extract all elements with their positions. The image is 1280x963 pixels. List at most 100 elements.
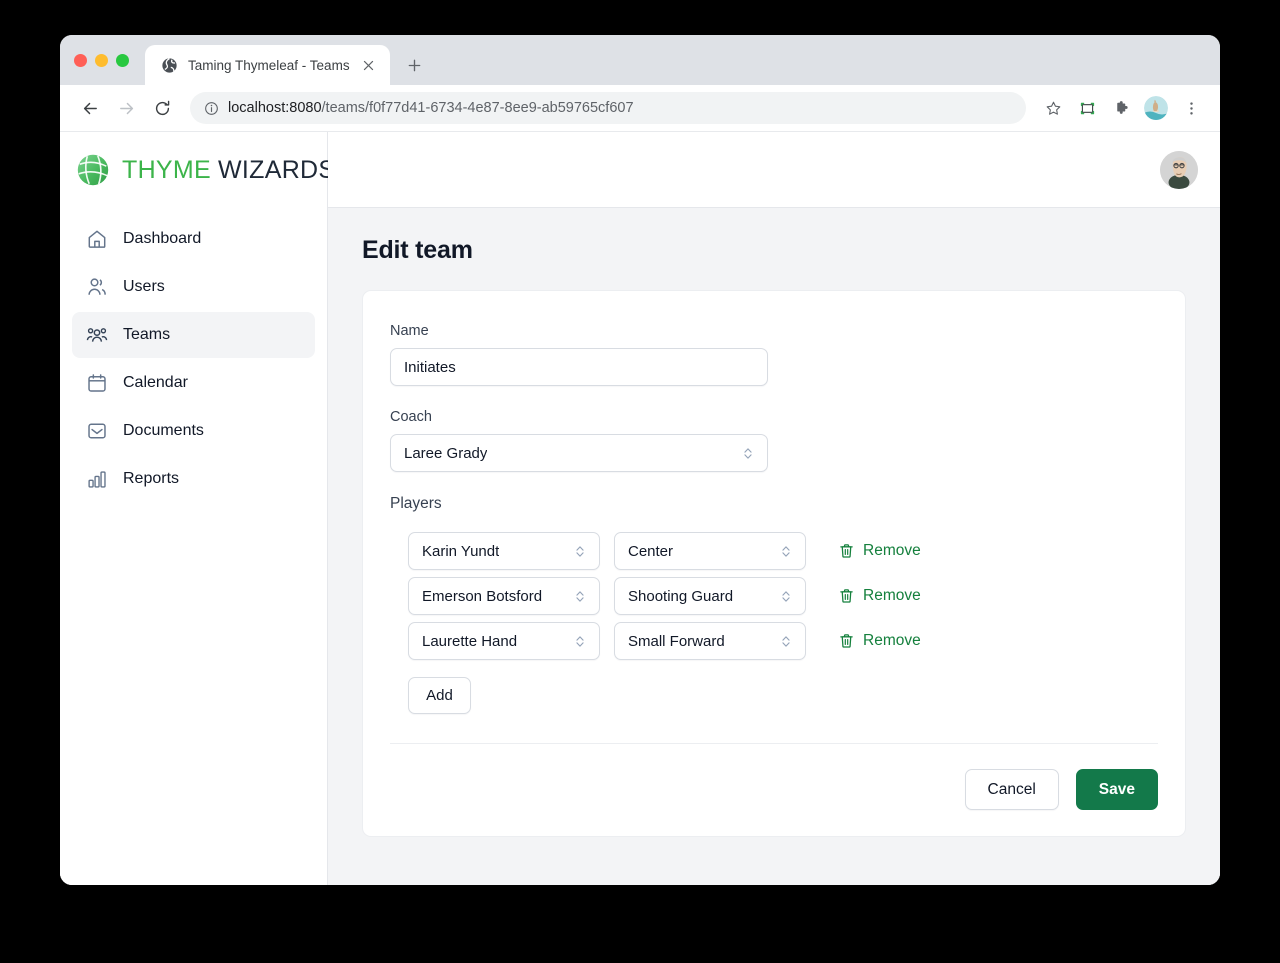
chevron-up-down-icon: [780, 588, 792, 605]
remove-player-button[interactable]: Remove: [838, 587, 921, 605]
avatar[interactable]: [1160, 150, 1198, 189]
plus-icon[interactable]: [400, 50, 430, 80]
browser-tab-strip: Taming Thymeleaf - Teams: [60, 35, 1220, 85]
address-bar-host: localhost:8080: [228, 100, 322, 116]
sidebar-nav: Dashboard Users Teams Calendar Documents…: [60, 208, 327, 502]
sidebar-item-documents[interactable]: Documents: [72, 408, 315, 454]
maximize-window-button[interactable]: [116, 53, 129, 67]
players-label: Players: [390, 495, 442, 512]
player-name-select[interactable]: Laurette Hand: [408, 622, 600, 660]
remove-player-button[interactable]: Remove: [838, 542, 921, 560]
player-position-value: Small Forward: [628, 632, 725, 650]
player-name-value: Karin Yundt: [422, 542, 500, 560]
player-position-select[interactable]: Small Forward: [614, 622, 806, 660]
player-name-select[interactable]: Emerson Botsford: [408, 577, 600, 615]
page-title: Edit team: [362, 236, 473, 264]
sidebar-item-calendar[interactable]: Calendar: [72, 360, 315, 406]
calendar-icon: [85, 372, 108, 395]
browser-window: Taming Thymeleaf - Teams localhost:8080/…: [60, 35, 1220, 885]
more-vertical-icon[interactable]: [1176, 93, 1206, 123]
player-position-select[interactable]: Center: [614, 532, 806, 570]
globe-icon: [161, 57, 178, 74]
chevron-up-down-icon: [742, 445, 754, 462]
window-traffic-lights: [74, 35, 145, 85]
player-row: Laurette Hand Small Forward Remove: [408, 622, 1158, 660]
address-bar[interactable]: localhost:8080/teams/f0f77d41-6734-4e87-…: [190, 92, 1026, 124]
coach-field-group: Coach Laree Grady: [390, 409, 1158, 472]
app-logo-text: THYME WIZARDS: [122, 156, 335, 185]
sidebar-item-reports[interactable]: Reports: [72, 456, 315, 502]
page-content: Edit team Name Initiates Coach Laree Gra…: [328, 208, 1220, 885]
player-name-value: Emerson Botsford: [422, 587, 543, 605]
sidebar-item-label: Teams: [123, 326, 171, 343]
app-topbar: [328, 132, 1220, 208]
chevron-up-down-icon: [574, 633, 586, 650]
name-label: Name: [390, 323, 429, 339]
logo-text-secondary: WIZARDS: [218, 155, 336, 184]
chevron-up-down-icon: [574, 543, 586, 560]
trash-icon: [838, 587, 855, 605]
players-list: Karin Yundt Center Remove Emerson Botsfo…: [390, 532, 1158, 714]
name-input-value: Initiates: [404, 358, 456, 376]
close-icon[interactable]: [360, 56, 378, 74]
trash-icon: [838, 542, 855, 560]
coach-select[interactable]: Laree Grady: [390, 434, 768, 472]
profile-avatar-icon[interactable]: [1144, 96, 1168, 120]
sidebar-item-label: Dashboard: [123, 230, 202, 247]
cancel-button[interactable]: Cancel: [964, 769, 1059, 810]
name-input[interactable]: Initiates: [390, 348, 768, 386]
sidebar-item-label: Calendar: [123, 374, 188, 391]
player-position-value: Shooting Guard: [628, 587, 734, 605]
sidebar-item-dashboard[interactable]: Dashboard: [72, 216, 315, 262]
arrow-left-icon[interactable]: [74, 92, 106, 124]
info-circle-icon[interactable]: [204, 101, 219, 116]
coach-label: Coach: [390, 409, 432, 425]
browser-toolbar: localhost:8080/teams/f0f77d41-6734-4e87-…: [60, 85, 1220, 131]
tab-title: Taming Thymeleaf - Teams: [188, 57, 350, 73]
sidebar: THYME WIZARDS Dashboard Users Teams Cale…: [60, 132, 335, 885]
player-name-value: Laurette Hand: [422, 632, 518, 650]
remove-player-button[interactable]: Remove: [838, 632, 921, 650]
name-field-group: Name Initiates: [390, 323, 1158, 386]
minimize-window-button[interactable]: [95, 53, 108, 67]
remove-player-label: Remove: [863, 632, 921, 649]
sidebar-item-teams[interactable]: Teams: [72, 312, 315, 358]
app-logo[interactable]: THYME WIZARDS: [60, 132, 335, 208]
sidebar-item-users[interactable]: Users: [72, 264, 315, 310]
chevron-up-down-icon: [780, 543, 792, 560]
users-icon: [85, 276, 108, 299]
edit-team-card: Name Initiates Coach Laree Grady Players…: [362, 290, 1186, 837]
player-row: Emerson Botsford Shooting Guard Remove: [408, 577, 1158, 615]
save-button[interactable]: Save: [1075, 769, 1158, 810]
add-player-button[interactable]: Add: [408, 677, 471, 714]
arrow-right-icon[interactable]: [110, 92, 142, 124]
sidebar-item-label: Users: [123, 278, 165, 295]
home-icon: [85, 228, 108, 251]
address-bar-url: localhost:8080/teams/f0f77d41-6734-4e87-…: [228, 100, 634, 116]
logo-text-primary: THYME: [122, 155, 211, 184]
extensions-puzzle-icon[interactable]: [1106, 93, 1136, 123]
player-position-value: Center: [628, 542, 674, 560]
browser-tab[interactable]: Taming Thymeleaf - Teams: [145, 45, 390, 85]
sidebar-item-label: Reports: [123, 470, 180, 487]
trash-icon: [838, 632, 855, 650]
remove-player-label: Remove: [863, 542, 921, 559]
player-name-select[interactable]: Karin Yundt: [408, 532, 600, 570]
coach-select-value: Laree Grady: [404, 444, 488, 462]
address-bar-path: /teams/f0f77d41-6734-4e87-8ee9-ab59765cf…: [321, 100, 634, 116]
capture-icon[interactable]: [1072, 93, 1102, 123]
chevron-up-down-icon: [574, 588, 586, 605]
basketball-leaf-logo-icon: [74, 151, 112, 189]
main-area: Edit team Name Initiates Coach Laree Gra…: [328, 132, 1220, 885]
inbox-icon: [85, 420, 108, 443]
bar-chart-icon: [85, 468, 108, 491]
reload-icon[interactable]: [146, 92, 178, 124]
player-row: Karin Yundt Center Remove: [408, 532, 1158, 570]
star-icon[interactable]: [1038, 93, 1068, 123]
close-window-button[interactable]: [74, 53, 87, 67]
team-group-icon: [85, 324, 108, 347]
card-actions: Cancel Save: [390, 744, 1158, 810]
player-position-select[interactable]: Shooting Guard: [614, 577, 806, 615]
remove-player-label: Remove: [863, 587, 921, 604]
app-viewport: THYME WIZARDS Dashboard Users Teams Cale…: [60, 131, 1220, 885]
